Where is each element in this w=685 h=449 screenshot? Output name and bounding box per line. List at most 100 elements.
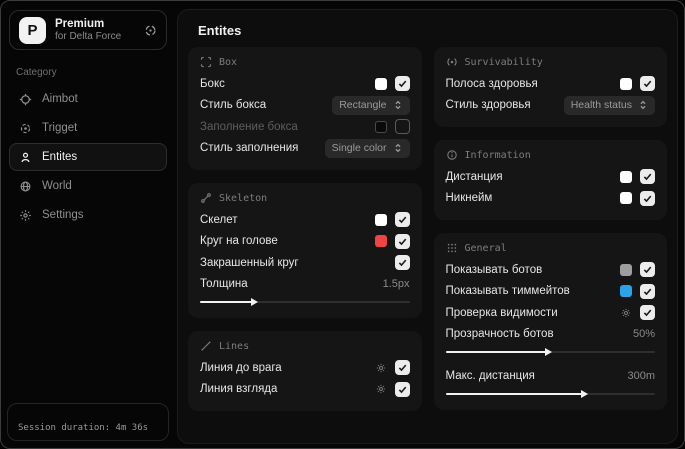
skeleton-card: Skeleton Скелет Круг на голове Закрашенн… <box>188 183 422 318</box>
checkbox-checked[interactable] <box>394 381 410 397</box>
health-style-select[interactable]: Health status <box>563 95 655 115</box>
color-swatch[interactable] <box>620 192 632 205</box>
bots-opacity-value: 50% <box>632 328 655 341</box>
thickness-slider[interactable] <box>200 297 410 307</box>
checkbox-checked[interactable] <box>640 262 655 278</box>
crosshair-icon <box>19 93 32 106</box>
setting-label: Показывать ботов <box>445 263 543 276</box>
chevron-updown-icon <box>393 143 403 153</box>
color-swatch[interactable] <box>620 77 632 90</box>
sidebar-item-trigget[interactable]: Trigget <box>9 114 167 142</box>
sidebar-item-label: Settings <box>42 209 84 221</box>
select-value: Single color <box>331 142 387 155</box>
checkbox-checked[interactable] <box>394 212 410 228</box>
general-card: General Показывать ботов Показывать тимм… <box>433 233 667 410</box>
setting-label: Макс. дистанция <box>445 369 535 382</box>
cards-columns: Box Бокс Стиль бокса Rectangle Заполнени… <box>178 47 677 411</box>
sidebar-item-entites[interactable]: Entites <box>9 143 167 171</box>
globe-icon <box>19 180 32 193</box>
sidebar-item-aimbot[interactable]: Aimbot <box>9 85 167 113</box>
setting-row-head-circle: Круг на голове <box>200 231 410 253</box>
setting-label: Прозрачность ботов <box>445 328 554 341</box>
grid-icon <box>446 242 458 254</box>
target-icon <box>19 122 32 135</box>
setting-label: Скелет <box>200 213 238 226</box>
setting-label: Показывать тиммейтов <box>445 285 570 298</box>
slider-thumb[interactable] <box>580 389 588 398</box>
color-swatch[interactable] <box>620 263 632 276</box>
slider-thumb[interactable] <box>251 298 259 306</box>
setting-label: Линия взгляда <box>200 383 278 396</box>
box-card: Box Бокс Стиль бокса Rectangle Заполнени… <box>188 47 422 170</box>
max-distance-value: 300m <box>627 369 655 382</box>
setting-row-thickness: Толщина 1.5px <box>200 274 410 296</box>
color-swatch[interactable] <box>374 120 387 133</box>
color-swatch[interactable] <box>374 77 387 90</box>
category-label: Category <box>16 67 57 78</box>
slider-thumb[interactable] <box>545 348 553 356</box>
setting-label: Линия до врага <box>200 361 282 374</box>
settings-gear-icon[interactable] <box>620 307 632 319</box>
settings-gear-icon[interactable] <box>375 383 387 395</box>
setting-row-nickname: Никнейм <box>446 188 655 210</box>
bots-opacity-slider[interactable] <box>445 347 655 357</box>
checkbox-checked[interactable] <box>394 255 410 271</box>
card-header-label: Survivability <box>464 56 543 68</box>
sidebar-item-label: World <box>42 180 72 192</box>
sidebar-item-settings[interactable]: Settings <box>9 201 167 229</box>
box-style-select[interactable]: Rectangle <box>332 95 410 115</box>
card-header-label: Information <box>464 149 531 161</box>
checkbox-checked[interactable] <box>640 169 655 185</box>
info-icon <box>446 149 458 161</box>
sidebar-item-label: Trigget <box>42 122 78 134</box>
color-swatch[interactable] <box>374 235 387 248</box>
color-swatch[interactable] <box>374 213 387 226</box>
setting-row-view-line: Линия взгляда <box>200 379 410 401</box>
setting-row-fill-style: Стиль заполнения Single color <box>200 138 410 160</box>
refresh-icon[interactable] <box>144 24 157 37</box>
vitals-icon <box>446 56 458 68</box>
thickness-value: 1.5px <box>382 278 410 291</box>
setting-label: Стиль бокса <box>200 99 267 112</box>
bounding-box-icon <box>200 56 212 68</box>
sidebar-nav: Aimbot Trigget Entites World Settings <box>9 85 167 229</box>
color-swatch[interactable] <box>620 285 632 298</box>
settings-gear-icon[interactable] <box>375 362 387 374</box>
bone-icon <box>200 192 212 204</box>
session-duration-text: Session duration: 4m 36s <box>18 423 149 433</box>
checkbox-checked[interactable] <box>394 360 410 376</box>
chevron-updown-icon <box>638 100 648 110</box>
checkbox-checked[interactable] <box>394 76 410 92</box>
max-distance-slider[interactable] <box>445 389 655 399</box>
setting-label: Дистанция <box>445 170 503 183</box>
card-header-label: Lines <box>219 340 250 352</box>
sidebar-item-world[interactable]: World <box>9 172 167 200</box>
color-swatch[interactable] <box>620 170 632 183</box>
gear-icon <box>19 209 32 222</box>
sidebar-item-label: Entites <box>42 151 78 163</box>
select-value: Rectangle <box>339 99 387 112</box>
product-logo: P <box>19 16 46 44</box>
setting-row-visibility-check: Проверка видимости <box>445 302 655 324</box>
checkbox-checked[interactable] <box>394 233 410 249</box>
setting-row-box-enabled: Бокс <box>200 73 410 95</box>
checkbox-checked[interactable] <box>640 76 655 92</box>
setting-row-show-teammates: Показывать тиммейтов <box>445 281 655 303</box>
setting-label: Толщина <box>200 278 248 291</box>
setting-row-box-style: Стиль бокса Rectangle <box>200 95 410 117</box>
setting-row-show-bots: Показывать ботов <box>445 259 655 281</box>
checkbox-checked[interactable] <box>640 190 655 206</box>
slider-fill <box>200 298 259 306</box>
information-card-header: Information <box>446 149 656 161</box>
setting-row-skeleton: Скелет <box>200 209 410 231</box>
setting-label: Проверка видимости <box>445 306 558 319</box>
checkbox-unchecked[interactable] <box>394 119 410 135</box>
fill-style-select[interactable]: Single color <box>324 138 410 158</box>
sidebar: P Premium for Delta Force Category Aimbo… <box>1 1 175 448</box>
card-header-label: Box <box>219 56 238 68</box>
main-panel: Entites Box Бокс Стиль бокса Rectangle З… <box>177 9 678 444</box>
slider-fill <box>445 389 588 398</box>
checkbox-checked[interactable] <box>640 305 655 321</box>
right-column: Survivability Полоса здоровья Стиль здор… <box>433 47 667 411</box>
checkbox-checked[interactable] <box>640 283 655 299</box>
